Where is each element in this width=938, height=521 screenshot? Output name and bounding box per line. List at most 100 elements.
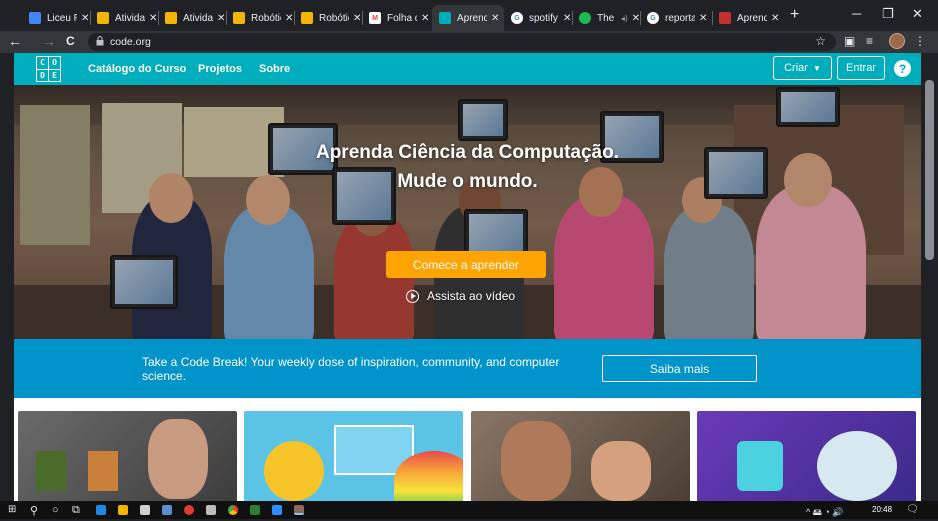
tab-title: Atividad — [183, 12, 213, 24]
tab-title: Folha d — [387, 12, 417, 24]
audio-playing-icon: ◂) — [620, 13, 628, 23]
google-icon: G — [511, 12, 523, 24]
tab-title: spotify — [529, 12, 558, 24]
tab-close-icon[interactable]: ✕ — [771, 13, 779, 24]
tab-close-icon[interactable]: ✕ — [285, 13, 293, 24]
lock-icon — [96, 36, 104, 49]
notifications-icon[interactable]: 🗨 — [906, 504, 919, 515]
feature-card[interactable] — [244, 411, 463, 501]
browser-tab[interactable]: Atividad ✕ — [90, 5, 158, 31]
taskbar-clock[interactable]: 20:48 — [872, 505, 892, 514]
browser-tab[interactable]: The ◂) ✕ — [572, 5, 640, 31]
minecraft-character-image — [36, 451, 66, 491]
close-window-button[interactable]: ✕ — [912, 6, 923, 22]
logo-letter: C — [37, 57, 48, 69]
tab-close-icon[interactable]: ✕ — [81, 13, 89, 24]
browser-tab[interactable]: Aprend ✕ — [712, 5, 784, 31]
slides-icon — [165, 12, 177, 24]
sign-in-button[interactable]: Entrar — [837, 56, 885, 80]
edge-icon[interactable] — [96, 505, 106, 515]
tab-close-icon[interactable]: ✕ — [563, 13, 571, 24]
feature-card[interactable] — [697, 411, 916, 501]
windows-start-icon[interactable]: ⊞ — [8, 504, 16, 515]
browser-tab[interactable]: Atividad ✕ — [158, 5, 226, 31]
watch-video-link[interactable]: Assista ao vídeo — [406, 289, 515, 303]
zoom-icon[interactable] — [272, 505, 282, 515]
menu-icon[interactable]: ⋮ — [914, 34, 926, 48]
nav-link-about[interactable]: Sobre — [259, 63, 290, 75]
browser-tab[interactable]: Liceu P ✕ — [22, 5, 90, 31]
feature-card[interactable] — [18, 411, 237, 501]
minimize-button[interactable]: ─ — [852, 6, 861, 21]
search-icon[interactable]: ⚲ — [30, 504, 38, 517]
premiere-icon[interactable] — [250, 505, 260, 515]
nav-link-projects[interactable]: Projetos — [198, 63, 242, 75]
browser-tab[interactable]: Robótic ✕ — [226, 5, 294, 31]
create-button[interactable]: Criar ▼ — [773, 56, 832, 80]
feature-card[interactable] — [471, 411, 690, 501]
opera-icon[interactable] — [184, 505, 194, 515]
feature-cards — [14, 398, 921, 501]
tab-close-icon[interactable]: ✕ — [149, 13, 157, 24]
help-icon[interactable]: ? — [894, 60, 911, 77]
browser-tab[interactable]: G reporta ✕ — [640, 5, 712, 31]
tab-close-icon[interactable]: ✕ — [217, 13, 225, 24]
cortana-icon[interactable]: ○ — [52, 504, 59, 516]
file-explorer-icon[interactable] — [118, 505, 128, 515]
tab-close-icon[interactable]: ✕ — [421, 13, 429, 24]
browser-tab[interactable]: M Folha d ✕ — [362, 5, 430, 31]
tab-title: Aprend — [737, 12, 767, 24]
browser-tab-strip: Liceu P ✕ Atividad ✕ Atividad ✕ Robótic … — [0, 0, 938, 31]
reading-list-icon[interactable]: ≡ — [866, 34, 873, 48]
store-icon[interactable] — [140, 505, 150, 515]
gmail-icon: M — [369, 12, 381, 24]
scrollbar-thumb[interactable] — [925, 80, 934, 260]
create-label: Criar — [784, 62, 808, 74]
hero-section: Aprenda Ciência da Computação. Mude o mu… — [14, 85, 921, 339]
browser-tab[interactable]: G spotify ✕ — [504, 5, 572, 31]
profile-avatar[interactable] — [889, 33, 905, 49]
google-icon: G — [647, 12, 659, 24]
slides-icon — [97, 12, 109, 24]
ytk-icon — [719, 12, 731, 24]
slides-icon — [233, 12, 245, 24]
calculator-icon[interactable] — [206, 505, 216, 515]
code-break-banner: Take a Code Break! Your weekly dose of i… — [14, 339, 921, 398]
back-button[interactable]: ← — [8, 33, 22, 49]
task-view-icon[interactable]: ⧉ — [72, 504, 80, 517]
site-header: C O D E Catálogo do Curso Projetos Sobre… — [14, 53, 921, 85]
tab-close-icon[interactable]: ✕ — [632, 13, 640, 24]
play-circle-icon — [406, 289, 419, 303]
maximize-button[interactable]: ❐ — [882, 6, 894, 22]
shark-character-image — [817, 431, 897, 501]
app-icon[interactable] — [162, 505, 172, 515]
minecraft-character-image — [88, 451, 118, 491]
tab-close-icon[interactable]: ✕ — [353, 13, 361, 24]
browser-tab-active[interactable]: Aprend ✕ — [432, 5, 504, 31]
windows-taskbar: ⊞ ⚲ ○ ⧉ ^ 🖴 ◔ 🔊 20:48 🗨 — [0, 501, 938, 519]
tab-title: Liceu P — [47, 12, 77, 24]
bee-character-image — [264, 441, 324, 501]
code-org-icon — [439, 12, 451, 24]
tab-close-icon[interactable]: ✕ — [699, 13, 707, 24]
tab-close-icon[interactable]: ✕ — [491, 13, 499, 24]
hero-headline-line2: Mude o mundo. — [397, 171, 538, 192]
address-bar[interactable]: code.org ☆ — [88, 33, 836, 51]
extension-icon[interactable]: ▣ — [844, 34, 855, 48]
hero-headline-line1: Aprenda Ciência da Computação. — [315, 142, 619, 163]
learn-more-button[interactable]: Saiba mais — [602, 355, 757, 382]
nav-link-catalog[interactable]: Catálogo do Curso — [88, 63, 186, 75]
chrome-profile-icon[interactable] — [294, 505, 304, 515]
spotify-icon — [579, 12, 591, 24]
new-tab-button[interactable]: + — [790, 6, 799, 24]
browser-tab[interactable]: Robótic ✕ — [294, 5, 362, 31]
chrome-icon[interactable] — [228, 505, 238, 515]
forward-button[interactable]: → — [42, 33, 56, 49]
student-photo — [591, 441, 651, 501]
reload-button[interactable]: C — [66, 34, 75, 48]
code-org-logo[interactable]: C O D E — [36, 56, 61, 82]
start-learning-button[interactable]: Comece a aprender — [386, 251, 546, 278]
bookmark-star-icon[interactable]: ☆ — [815, 34, 826, 48]
slides-icon — [301, 12, 313, 24]
cat-character-image — [737, 441, 783, 491]
